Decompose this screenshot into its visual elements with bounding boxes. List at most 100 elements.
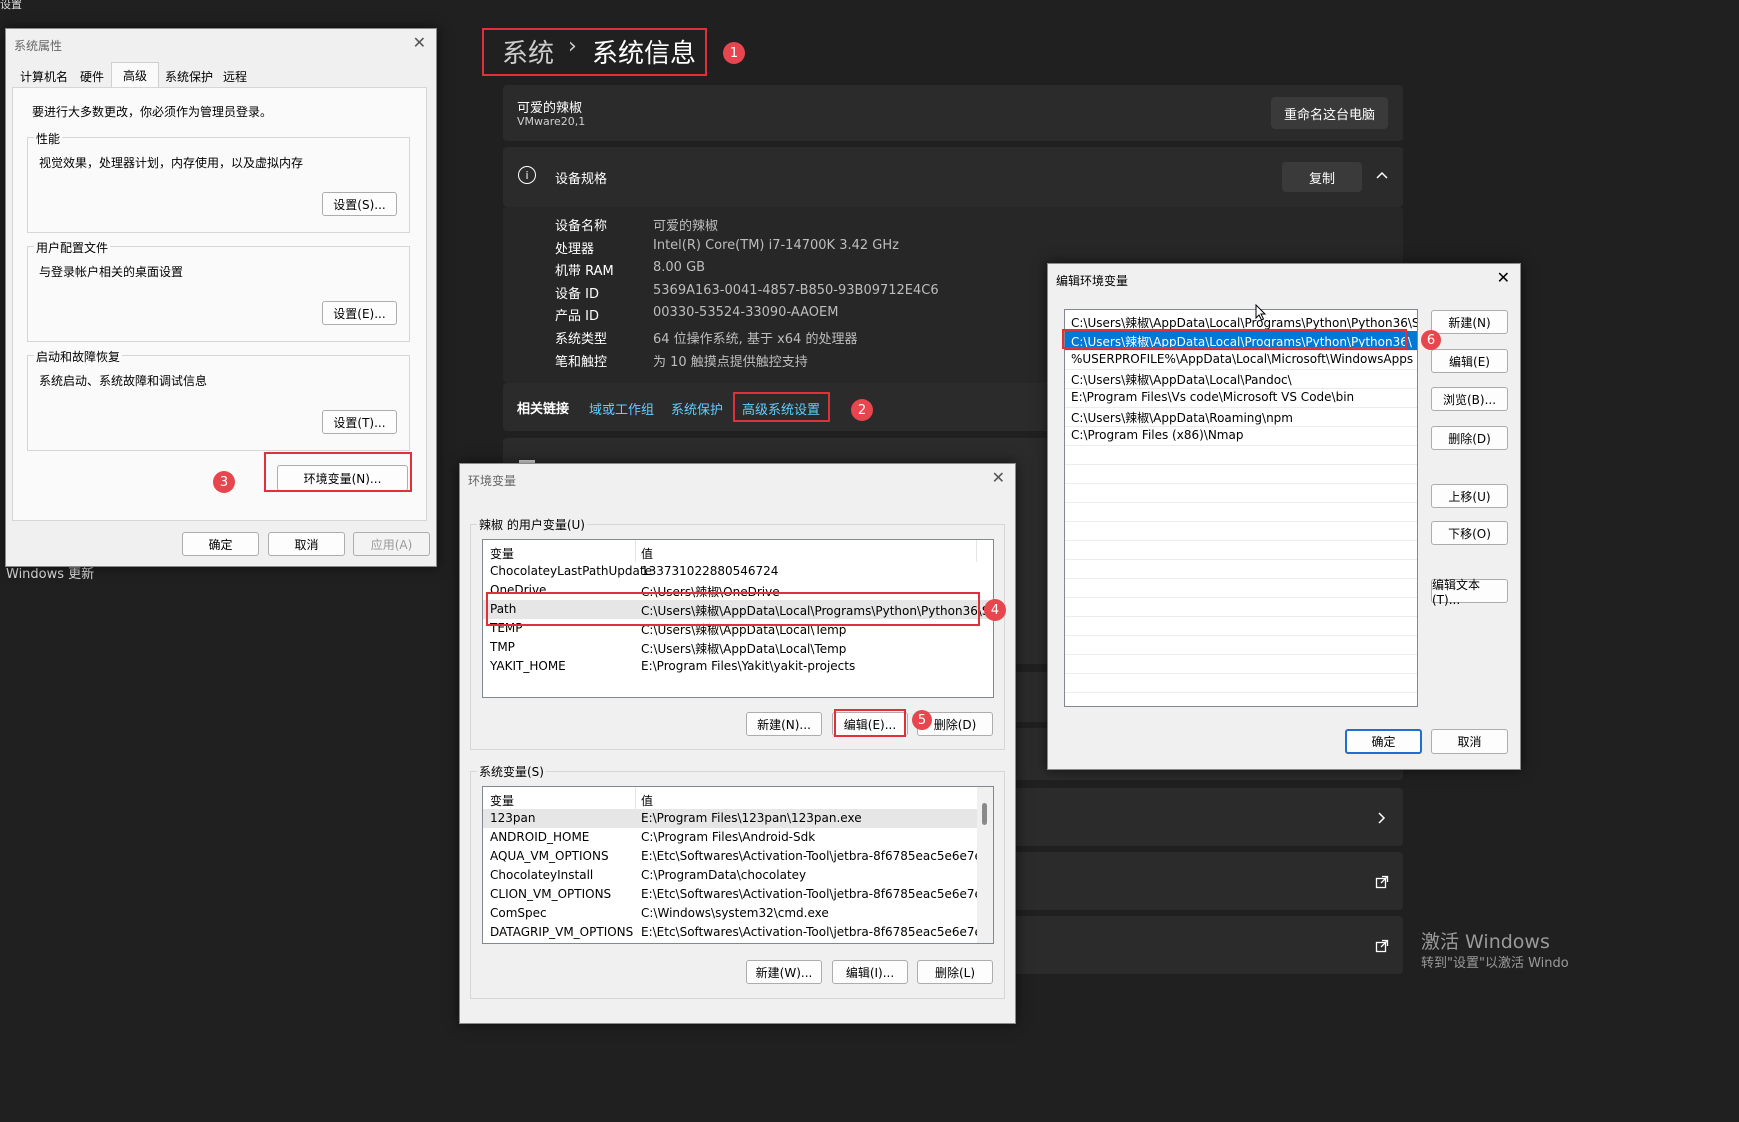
empty-list-slot[interactable] <box>1065 616 1417 636</box>
column-header-variable[interactable]: 变量 <box>490 545 514 562</box>
copy-button[interactable]: 复制 <box>1282 162 1362 192</box>
variable-value: C:\Users\辣椒\AppData\Local\Temp <box>641 642 847 656</box>
path-entry-text: C:\Users\辣椒\AppData\Local\Programs\Pytho… <box>1071 316 1418 330</box>
path-entry[interactable]: C:\Users\辣椒\AppData\Roaming\npm <box>1065 407 1417 427</box>
device-specs-title: 设备规格 <box>555 172 608 187</box>
empty-list-slot[interactable] <box>1065 540 1417 560</box>
empty-list-slot[interactable] <box>1065 445 1417 465</box>
path-entry[interactable]: E:\Program Files\Vs code\Microsoft VS Co… <box>1065 388 1417 408</box>
column-divider <box>635 787 636 809</box>
empty-list-slot[interactable] <box>1065 654 1417 674</box>
edit-text-button[interactable]: 编辑文本(T)... <box>1431 578 1508 607</box>
info-icon: i <box>518 166 536 184</box>
user-variables-list[interactable]: 变量 值 ChocolateyLastPathUpdate 13373102288… <box>482 539 994 698</box>
rename-pc-button[interactable]: 重命名这台电脑 <box>1271 97 1388 129</box>
empty-list-slot[interactable] <box>1065 559 1417 579</box>
system-variables-list[interactable]: 变量 值 123pan E:\Program Files\123pan\123pa… <box>482 786 994 944</box>
list-header: 变量 值 <box>483 787 993 809</box>
page-title: 系统信息 <box>592 39 697 69</box>
empty-list-slot[interactable] <box>1065 464 1417 484</box>
user-edit-button[interactable]: 编辑(E)... <box>832 712 908 736</box>
user-new-button[interactable]: 新建(N)... <box>746 712 822 736</box>
spec-value: Intel(R) Core(TM) i7-14700K 3.42 GHz <box>653 237 899 253</box>
table-row[interactable]: ANDROID_HOME C:\Program Files\Android-Sdk <box>483 828 993 847</box>
empty-list-slot[interactable] <box>1065 521 1417 541</box>
ok-button[interactable]: 确定 <box>1345 729 1422 754</box>
system-edit-button[interactable]: 编辑(I)... <box>832 960 908 984</box>
column-header-value[interactable]: 值 <box>641 545 653 562</box>
table-row[interactable]: YAKIT_HOME E:\Program Files\Yakit\yakit-p… <box>483 657 993 676</box>
chevron-up-icon[interactable] <box>1375 168 1389 182</box>
path-delete-button[interactable]: 删除(D) <box>1431 426 1508 450</box>
performance-settings-button[interactable]: 设置(S)... <box>322 192 397 216</box>
mouse-cursor-icon <box>1255 303 1267 326</box>
empty-list-slot[interactable] <box>1065 597 1417 617</box>
path-entry[interactable]: %USERPROFILE%\AppData\Local\Microsoft\Wi… <box>1065 350 1417 370</box>
table-row[interactable]: Path C:\Users\辣椒\AppData\Local\Programs\P… <box>483 600 993 619</box>
spec-label: 机带 RAM <box>555 264 614 280</box>
table-row[interactable]: CLION_VM_OPTIONS E:\Etc\Softwares\Activat… <box>483 885 993 904</box>
empty-list-slot[interactable] <box>1065 502 1417 522</box>
user-variables-label: 辣椒 的用户变量(U) <box>477 516 587 533</box>
vertical-scrollbar[interactable] <box>977 787 993 943</box>
variable-name: TEMP <box>490 621 523 635</box>
scrollbar-thumb[interactable] <box>982 803 987 825</box>
table-row[interactable]: ChocolateyInstall C:\ProgramData\chocolat… <box>483 866 993 885</box>
move-up-button[interactable]: 上移(U) <box>1431 484 1508 508</box>
path-entries-list[interactable]: C:\Users\辣椒\AppData\Local\Programs\Pytho… <box>1064 309 1418 707</box>
user-profiles-settings-button[interactable]: 设置(E)... <box>322 301 397 325</box>
variable-name: AQUA_VM_OPTIONS <box>490 849 609 863</box>
startup-recovery-label: 启动和故障恢复 <box>34 348 123 365</box>
tab-system-protection[interactable]: 系统保护 <box>161 65 217 87</box>
tab-remote[interactable]: 远程 <box>217 65 253 87</box>
table-row[interactable]: TMP C:\Users\辣椒\AppData\Local\Temp <box>483 638 993 657</box>
path-new-button[interactable]: 新建(N) <box>1431 310 1508 334</box>
table-row[interactable]: ChocolateyLastPathUpdate 1337310228805467… <box>483 562 993 581</box>
tab-computer-name[interactable]: 计算机名 <box>15 65 73 87</box>
path-entry[interactable]: C:\Users\辣椒\AppData\Local\Pandoc\ <box>1065 369 1417 389</box>
apply-button: 应用(A) <box>353 532 430 556</box>
external-link-icon <box>1375 938 1389 957</box>
column-header-value[interactable]: 值 <box>641 792 653 809</box>
column-header-variable[interactable]: 变量 <box>490 792 514 809</box>
step-badge-3: 3 <box>213 471 235 493</box>
close-icon[interactable]: ✕ <box>1497 268 1510 287</box>
table-row[interactable]: OneDrive C:\Users\辣椒\OneDrive <box>483 581 993 600</box>
path-entry[interactable]: C:\Users\辣椒\AppData\Local\Programs\Pytho… <box>1065 312 1417 332</box>
breadcrumb-parent[interactable]: 系统 <box>502 33 554 70</box>
table-row[interactable]: DATAGRIP_VM_OPTIONS E:\Etc\Softwares\Acti… <box>483 923 993 942</box>
tab-advanced[interactable]: 高级 <box>111 62 159 87</box>
path-entry[interactable]: C:\Users\辣椒\AppData\Local\Programs\Pytho… <box>1065 331 1417 351</box>
empty-list-slot[interactable] <box>1065 578 1417 598</box>
path-browse-button[interactable]: 浏览(B)... <box>1431 387 1508 411</box>
empty-list-slot[interactable] <box>1065 673 1417 693</box>
startup-recovery-settings-button[interactable]: 设置(T)... <box>322 410 397 434</box>
settings-app-title: 设置 <box>0 0 22 11</box>
table-row[interactable]: TEMP C:\Users\辣椒\AppData\Local\Temp <box>483 619 993 638</box>
path-edit-button[interactable]: 编辑(E) <box>1431 349 1508 373</box>
tab-hardware[interactable]: 硬件 <box>73 65 111 87</box>
path-entry-text: C:\Users\辣椒\AppData\Roaming\npm <box>1071 411 1293 425</box>
link-domain-workgroup[interactable]: 域或工作组 <box>589 399 654 418</box>
move-down-button[interactable]: 下移(O) <box>1431 521 1508 545</box>
activation-watermark-subtitle: 转到"设置"以激活 Windo <box>1421 956 1569 971</box>
empty-list-slot[interactable] <box>1065 483 1417 503</box>
empty-list-slot[interactable] <box>1065 635 1417 655</box>
path-entry[interactable]: C:\Program Files (x86)\Nmap <box>1065 426 1417 446</box>
device-specs-header[interactable]: i 设备规格 复制 <box>503 147 1403 207</box>
environment-variables-button[interactable]: 环境变量(N)... <box>277 465 408 491</box>
ok-button[interactable]: 确定 <box>182 532 259 556</box>
table-row[interactable]: ComSpec C:\Windows\system32\cmd.exe <box>483 904 993 923</box>
cancel-button[interactable]: 取消 <box>268 532 345 556</box>
system-delete-button[interactable]: 删除(L) <box>917 960 993 984</box>
table-row[interactable]: 123pan E:\Program Files\123pan\123pan.exe <box>483 809 993 828</box>
table-row[interactable]: AQUA_VM_OPTIONS E:\Etc\Softwares\Activati… <box>483 847 993 866</box>
cancel-button[interactable]: 取消 <box>1431 729 1508 754</box>
close-icon[interactable]: ✕ <box>413 33 426 52</box>
system-new-button[interactable]: 新建(W)... <box>746 960 822 984</box>
link-advanced-system-settings[interactable]: 高级系统设置 <box>742 399 820 418</box>
close-icon[interactable]: ✕ <box>992 468 1005 487</box>
link-system-protection[interactable]: 系统保护 <box>671 399 723 418</box>
spec-value: 00330-53524-33090-AAOEM <box>653 305 839 321</box>
environment-variables-dialog: 环境变量 ✕ 辣椒 的用户变量(U) 变量 值 ChocolateyLastPa… <box>459 463 1016 1024</box>
